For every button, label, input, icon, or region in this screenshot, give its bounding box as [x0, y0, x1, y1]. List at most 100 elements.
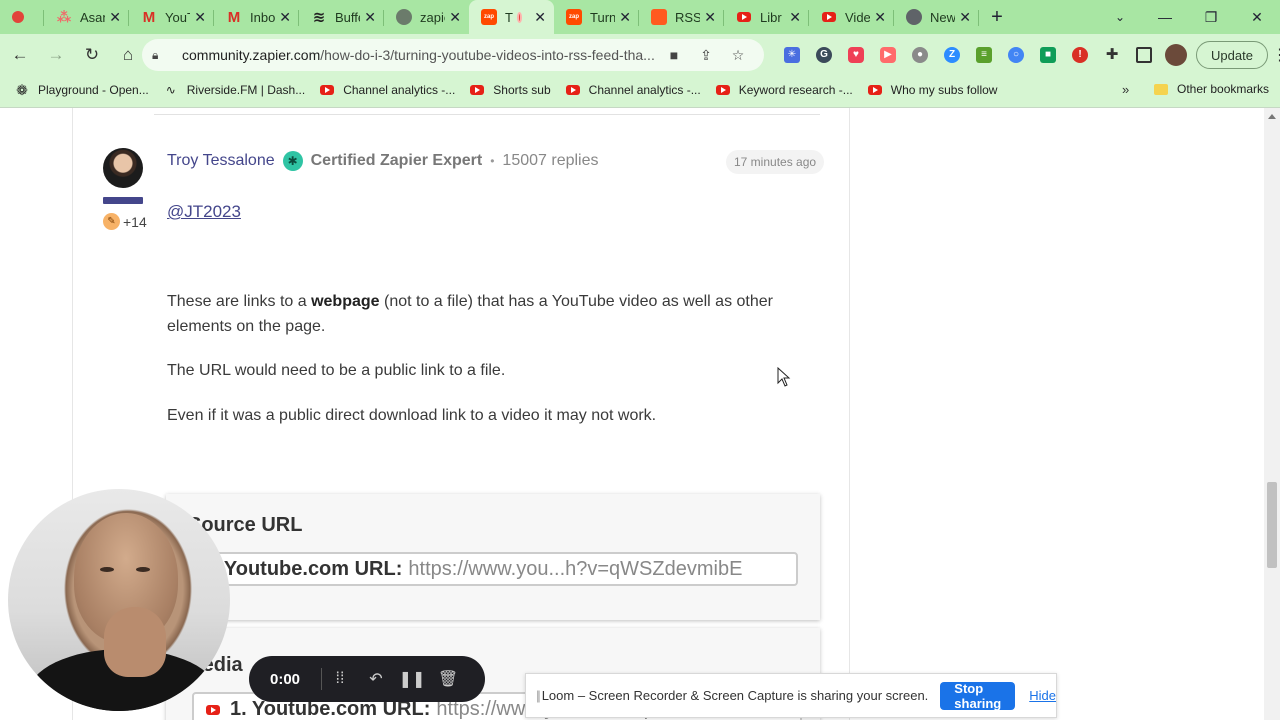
bookmark-channel-analytics[interactable]: Channel analytics -...: [319, 82, 455, 98]
close-icon[interactable]: ✕: [534, 9, 546, 26]
globe-icon: [396, 9, 412, 25]
screenshot-url-field: 1. Youtube.com URL:https://www.you...h?v…: [190, 552, 798, 586]
zoom-icon[interactable]: Z: [936, 39, 968, 71]
loom-camera-bubble[interactable]: [8, 489, 230, 711]
bookmarks-overflow-chevron-icon[interactable]: »: [1122, 82, 1129, 97]
other-bookmarks[interactable]: Other bookmarks: [1154, 82, 1269, 96]
extension-grammar-icon[interactable]: G: [808, 39, 840, 71]
loom-recorder-icon[interactable]: ▶: [872, 39, 904, 71]
tab-asana[interactable]: ⁂ Asana ✕: [44, 0, 129, 34]
tab-recording[interactable]: [0, 0, 44, 34]
zapier-icon: zap: [481, 9, 497, 25]
forward-button[interactable]: →: [40, 39, 72, 71]
close-icon[interactable]: ✕: [789, 9, 801, 26]
youtube-icon: [736, 9, 752, 25]
tab-youtube-mail[interactable]: M YouTube ✕: [129, 0, 214, 34]
tab-active-zapier[interactable]: zap T ✕: [469, 0, 554, 34]
extension-green-icon[interactable]: ≡: [968, 39, 1000, 71]
restart-icon[interactable]: ↶: [358, 669, 394, 689]
extensions-puzzle-icon[interactable]: ✚: [1096, 39, 1128, 71]
stop-sharing-button[interactable]: Stop sharing: [940, 681, 1016, 711]
address-bar[interactable]: 🔒︎ community.zapier.com/how-do-i-3/turni…: [142, 39, 764, 71]
buffer-icon: ≋: [312, 9, 326, 26]
user-mention-link[interactable]: @JT2023: [167, 202, 241, 222]
close-window-icon[interactable]: ✕: [1234, 0, 1280, 34]
scrollbar-thumb[interactable]: [1267, 482, 1277, 568]
camera-icon[interactable]: ■: [658, 47, 690, 63]
bookmark-keyword-research[interactable]: Keyword research -...: [715, 82, 853, 98]
post-meta: Troy Tessalone ✱ Certified Zapier Expert…: [167, 151, 599, 171]
folder-icon: [1154, 83, 1168, 95]
restore-icon[interactable]: ❐: [1188, 0, 1234, 34]
extensions-row: ✳ G ♥ ▶ ● Z ≡ ○ ■ ! ✚ Update ⋮: [776, 39, 1280, 71]
rss-icon: [651, 9, 667, 25]
extension-cat-icon[interactable]: ●: [904, 39, 936, 71]
pause-icon[interactable]: ❚❚: [394, 669, 430, 689]
tab-buffer[interactable]: ≋ Buffer ✕: [299, 0, 384, 34]
record-icon: [12, 11, 24, 23]
embedded-screenshot-source-url[interactable]: Source URL 1. Youtube.com URL: https://ww…: [166, 494, 820, 620]
riverside-icon: ∿: [165, 83, 176, 97]
badge-row[interactable]: ✎ +14: [103, 213, 147, 230]
tab-new[interactable]: New ✕: [894, 0, 979, 34]
minimize-icon[interactable]: —: [1142, 0, 1188, 34]
extension-red-icon[interactable]: !: [1064, 39, 1096, 71]
pocket-icon[interactable]: ♥: [840, 39, 872, 71]
scroll-up-arrow-icon[interactable]: [1268, 114, 1276, 119]
menu-kebab-icon[interactable]: ⋮: [1268, 45, 1280, 65]
close-icon[interactable]: ✕: [109, 9, 121, 26]
extension-blue-circle-icon[interactable]: ○: [1000, 39, 1032, 71]
post-timestamp[interactable]: 17 minutes ago: [726, 150, 825, 174]
update-button[interactable]: Update: [1196, 41, 1268, 69]
close-icon[interactable]: ✕: [449, 9, 461, 26]
tab-inbox[interactable]: M Inbox ✕: [214, 0, 299, 34]
bookmark-who-my-subs-follow[interactable]: Who my subs follow: [867, 82, 997, 98]
browser-toolbar: ← → ↻ ⌂ 🔒︎ community.zapier.com/how-do-i…: [0, 34, 1280, 76]
close-icon[interactable]: ✕: [619, 9, 631, 26]
side-panel-icon[interactable]: [1128, 39, 1160, 71]
back-button[interactable]: ←: [4, 39, 36, 71]
tab-library[interactable]: Libr ✕: [724, 0, 809, 34]
author-avatar[interactable]: [103, 148, 143, 188]
hide-link[interactable]: Hide: [1029, 688, 1056, 703]
bookmark-channel-analytics-2[interactable]: Channel analytics -...: [565, 82, 701, 98]
reload-button[interactable]: ↻: [76, 39, 108, 71]
reply-divider: [154, 114, 820, 115]
post-paragraph-3: Even if it was a public direct download …: [167, 407, 657, 424]
extension-teal-icon[interactable]: ■: [1032, 39, 1064, 71]
bookmark-playground[interactable]: ❁ Playground - Open...: [14, 82, 149, 98]
new-tab-button[interactable]: +: [979, 0, 1015, 34]
profile-avatar[interactable]: [1165, 44, 1187, 66]
post-paragraph-2: The URL would need to be a public link t…: [167, 362, 506, 379]
trash-icon[interactable]: 🗑︎: [430, 669, 466, 689]
tab-video[interactable]: Vide ✕: [809, 0, 894, 34]
close-icon[interactable]: ✕: [959, 9, 971, 26]
close-icon[interactable]: ✕: [194, 9, 206, 26]
close-icon[interactable]: ✕: [704, 9, 716, 26]
home-button[interactable]: ⌂: [112, 39, 144, 71]
zapier-icon: zap: [566, 9, 582, 25]
openai-icon: ❁: [16, 81, 28, 98]
tab-rss[interactable]: RSS ✕: [639, 0, 724, 34]
extension-burst-icon[interactable]: ✳: [776, 39, 808, 71]
close-icon[interactable]: ✕: [874, 9, 886, 26]
bookmark-shorts-sub[interactable]: Shorts sub: [469, 82, 551, 98]
close-icon[interactable]: ✕: [279, 9, 291, 26]
page-scrollbar[interactable]: [1264, 108, 1280, 720]
lock-icon[interactable]: 🔒︎: [152, 48, 170, 63]
drag-handle-icon[interactable]: ⁞⁞: [322, 670, 358, 688]
author-name[interactable]: Troy Tessalone: [167, 152, 275, 170]
bookmark-riverside[interactable]: ∿ Riverside.FM | Dash...: [163, 82, 306, 98]
bookmark-star-icon[interactable]: ☆: [722, 47, 754, 64]
recording-timer: 0:00: [269, 670, 301, 688]
youtube-icon: [319, 82, 335, 98]
tab-turning[interactable]: zap Turn ✕: [554, 0, 639, 34]
screen-sharing-notice: || Loom – Screen Recorder & Screen Captu…: [525, 673, 1057, 718]
tab-zapier-search[interactable]: zapier ✕: [384, 0, 469, 34]
share-icon[interactable]: ⇪: [690, 47, 722, 64]
bookmarks-bar: ❁ Playground - Open... ∿ Riverside.FM | …: [0, 76, 1280, 104]
tab-search-chevron-icon[interactable]: ⌄: [1108, 0, 1132, 34]
url-text[interactable]: community.zapier.com/how-do-i-3/turning-…: [182, 47, 658, 63]
badge-count: +14: [123, 213, 147, 230]
close-icon[interactable]: ✕: [364, 9, 376, 26]
